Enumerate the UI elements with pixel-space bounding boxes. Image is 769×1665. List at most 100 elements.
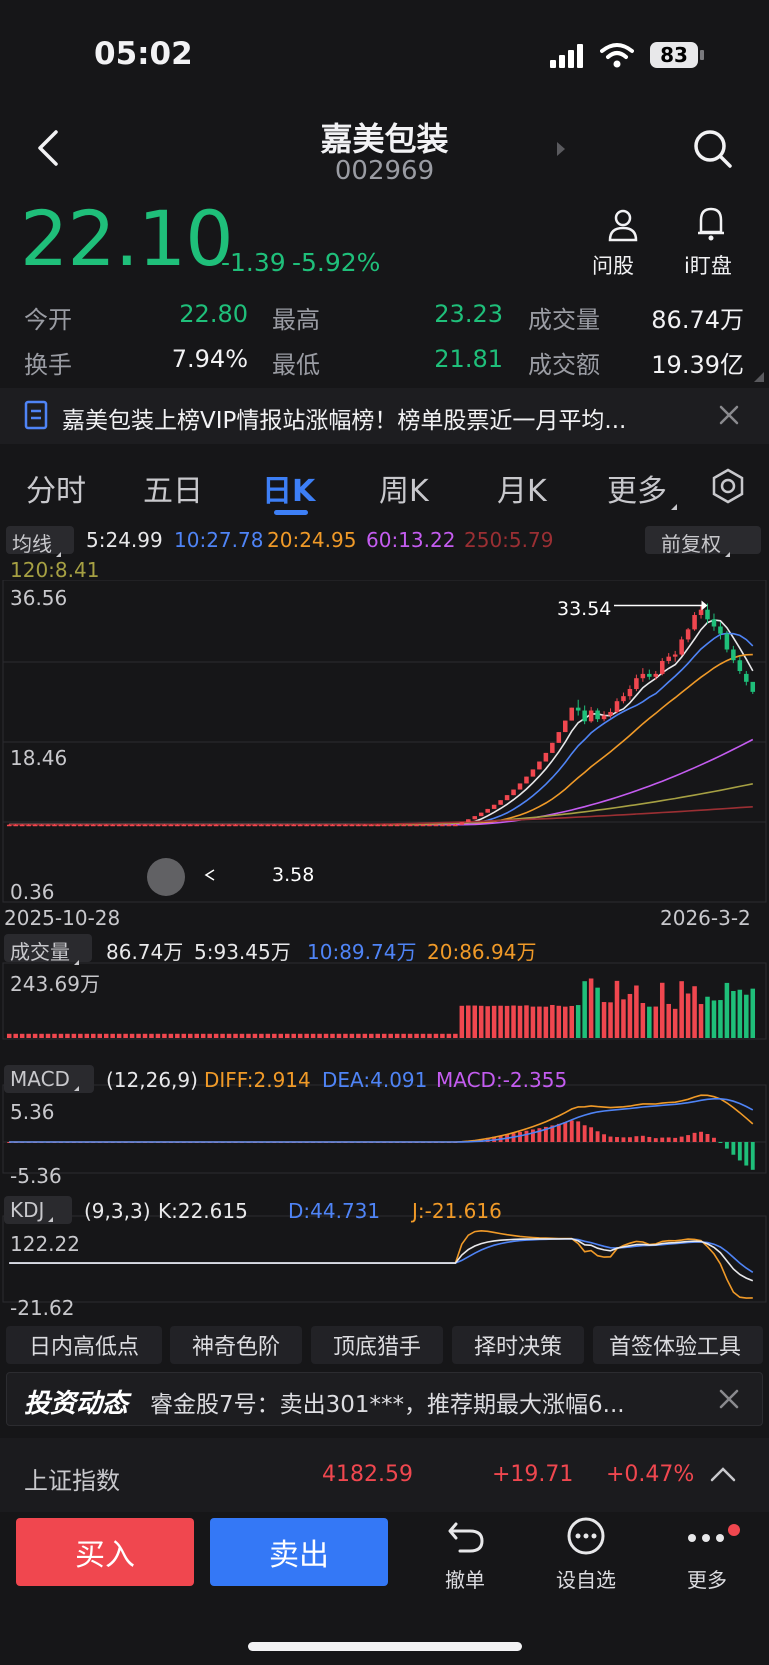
sell-button[interactable]: 卖出 <box>210 1518 388 1586</box>
macd-bar <box>750 1142 755 1170</box>
feature-timing-decision[interactable]: 择时决策 <box>452 1326 584 1364</box>
volume-bar <box>246 1033 251 1038</box>
volume-bar <box>472 1005 478 1038</box>
candle-body <box>575 707 581 711</box>
tab-weekly-k[interactable]: 周K <box>379 466 429 510</box>
volume-bar <box>291 1033 296 1038</box>
candle-body <box>563 720 568 733</box>
watch-label[interactable]: i盯盘 <box>684 250 732 280</box>
ma-selector[interactable]: 均线 <box>6 526 74 557</box>
more-icon[interactable] <box>686 1524 742 1550</box>
volume-bar <box>543 1006 549 1038</box>
macd-bar <box>595 1131 600 1142</box>
undo-label[interactable]: 撤单 <box>420 1564 510 1593</box>
candle-body <box>317 824 322 827</box>
candle-body <box>440 824 445 827</box>
candle-body <box>511 789 516 796</box>
add-watchlist-label[interactable]: 设自选 <box>541 1564 631 1593</box>
news-close-icon[interactable] <box>718 1388 740 1410</box>
candle-body <box>310 824 316 827</box>
candle-body <box>207 824 212 827</box>
candle-body <box>175 824 180 827</box>
index-name[interactable]: 上证指数 <box>24 1461 120 1496</box>
kdj-max-label: 122.22 <box>10 1232 80 1256</box>
volume-bar <box>511 1005 516 1038</box>
next-stock-icon[interactable] <box>555 140 567 158</box>
volume-bar <box>414 1033 419 1038</box>
undo-icon[interactable] <box>446 1518 486 1554</box>
volume-bar <box>52 1033 57 1038</box>
ma-selector-label: 均线 <box>12 532 52 556</box>
feature-intraday-high-low[interactable]: 日内高低点 <box>6 1326 162 1364</box>
ma5-line <box>9 619 754 826</box>
candle-body <box>427 824 432 827</box>
volume-bar <box>388 1033 393 1038</box>
bell-icon[interactable] <box>696 206 726 242</box>
volume-bar <box>220 1033 225 1038</box>
volume-bar <box>19 1033 25 1038</box>
feature-top-bottom-hunter[interactable]: 顶底猎手 <box>311 1326 443 1364</box>
candle-body <box>142 824 148 827</box>
volume-bar <box>181 1033 187 1038</box>
volume-bar <box>149 1033 154 1038</box>
adjust-label: 前复权 <box>661 532 721 556</box>
volume-bar <box>45 1033 51 1038</box>
macd-bar <box>737 1142 742 1161</box>
volume-bar <box>601 1002 607 1038</box>
wifi-icon <box>600 43 634 68</box>
ma60-value: 60:13.22 <box>366 528 456 552</box>
adjust-selector[interactable]: 前复权 <box>645 526 761 557</box>
volume-bar <box>582 981 587 1038</box>
volume-bar <box>32 1033 38 1038</box>
volume-selector[interactable]: 成交量 <box>4 934 92 965</box>
high-marker-label: 33.54 <box>557 598 612 620</box>
stat-value-volume: 86.74万 <box>651 306 744 334</box>
more-label[interactable]: 更多 <box>662 1564 752 1593</box>
ask-stock-icon[interactable] <box>606 208 640 242</box>
ask-stock-label[interactable]: 问股 <box>592 250 634 280</box>
volume-bar <box>136 1033 141 1038</box>
volume-bar <box>65 1033 70 1038</box>
tab-more[interactable]: 更多 <box>607 466 677 510</box>
volume-bar <box>750 988 756 1038</box>
close-icon[interactable] <box>718 404 740 426</box>
kdj-selector[interactable]: KDJ <box>4 1196 72 1224</box>
add-watchlist-icon[interactable] <box>566 1516 606 1556</box>
candle-body <box>71 824 77 827</box>
stat-value-turnover: 7.94% <box>171 345 248 373</box>
tab-monthly-k[interactable]: 月K <box>497 466 547 510</box>
stock-code: 002969 <box>334 156 435 186</box>
volume-bar <box>375 1033 381 1038</box>
chevron-up-icon[interactable] <box>710 1466 736 1482</box>
candle-body <box>356 824 361 827</box>
candle-body <box>569 707 574 721</box>
volume-bar <box>666 1003 671 1038</box>
candle-body <box>634 678 639 689</box>
candle-body <box>601 715 607 720</box>
candle-body <box>220 824 225 827</box>
macd-selector[interactable]: MACD <box>4 1065 94 1093</box>
cursor-handle-icon[interactable] <box>147 858 185 896</box>
tab-intraday[interactable]: 分时 <box>26 466 86 510</box>
index-pct: +0.47% <box>606 1462 695 1487</box>
tab-five-day[interactable]: 五日 <box>143 466 203 510</box>
macd-max-label: 5.36 <box>10 1100 55 1124</box>
volume-current: 86.74万 <box>106 940 184 964</box>
feature-magic-color[interactable]: 神奇色阶 <box>170 1326 302 1364</box>
feature-trial-tools[interactable]: 首签体验工具 <box>593 1326 763 1364</box>
tab-daily-k[interactable]: 日K <box>262 466 315 510</box>
candle-body <box>672 654 678 657</box>
news-text[interactable]: 睿金股7号：卖出301***，推荐期最大涨幅6... <box>150 1385 690 1419</box>
candle-body <box>698 609 704 616</box>
candle-body <box>97 824 103 827</box>
notice-text[interactable]: 嘉美包装上榜VIP情报站涨幅榜！榜单股票近一月平均... <box>62 401 692 435</box>
search-icon[interactable] <box>692 128 734 170</box>
buy-button[interactable]: 买入 <box>16 1518 194 1586</box>
candle-body <box>291 824 296 827</box>
candle-body <box>259 824 264 827</box>
settings-icon[interactable] <box>710 468 746 504</box>
macd-bar <box>576 1121 581 1142</box>
macd-bar <box>666 1137 671 1142</box>
ma60-line <box>9 738 754 826</box>
volume-bar <box>304 1033 309 1038</box>
